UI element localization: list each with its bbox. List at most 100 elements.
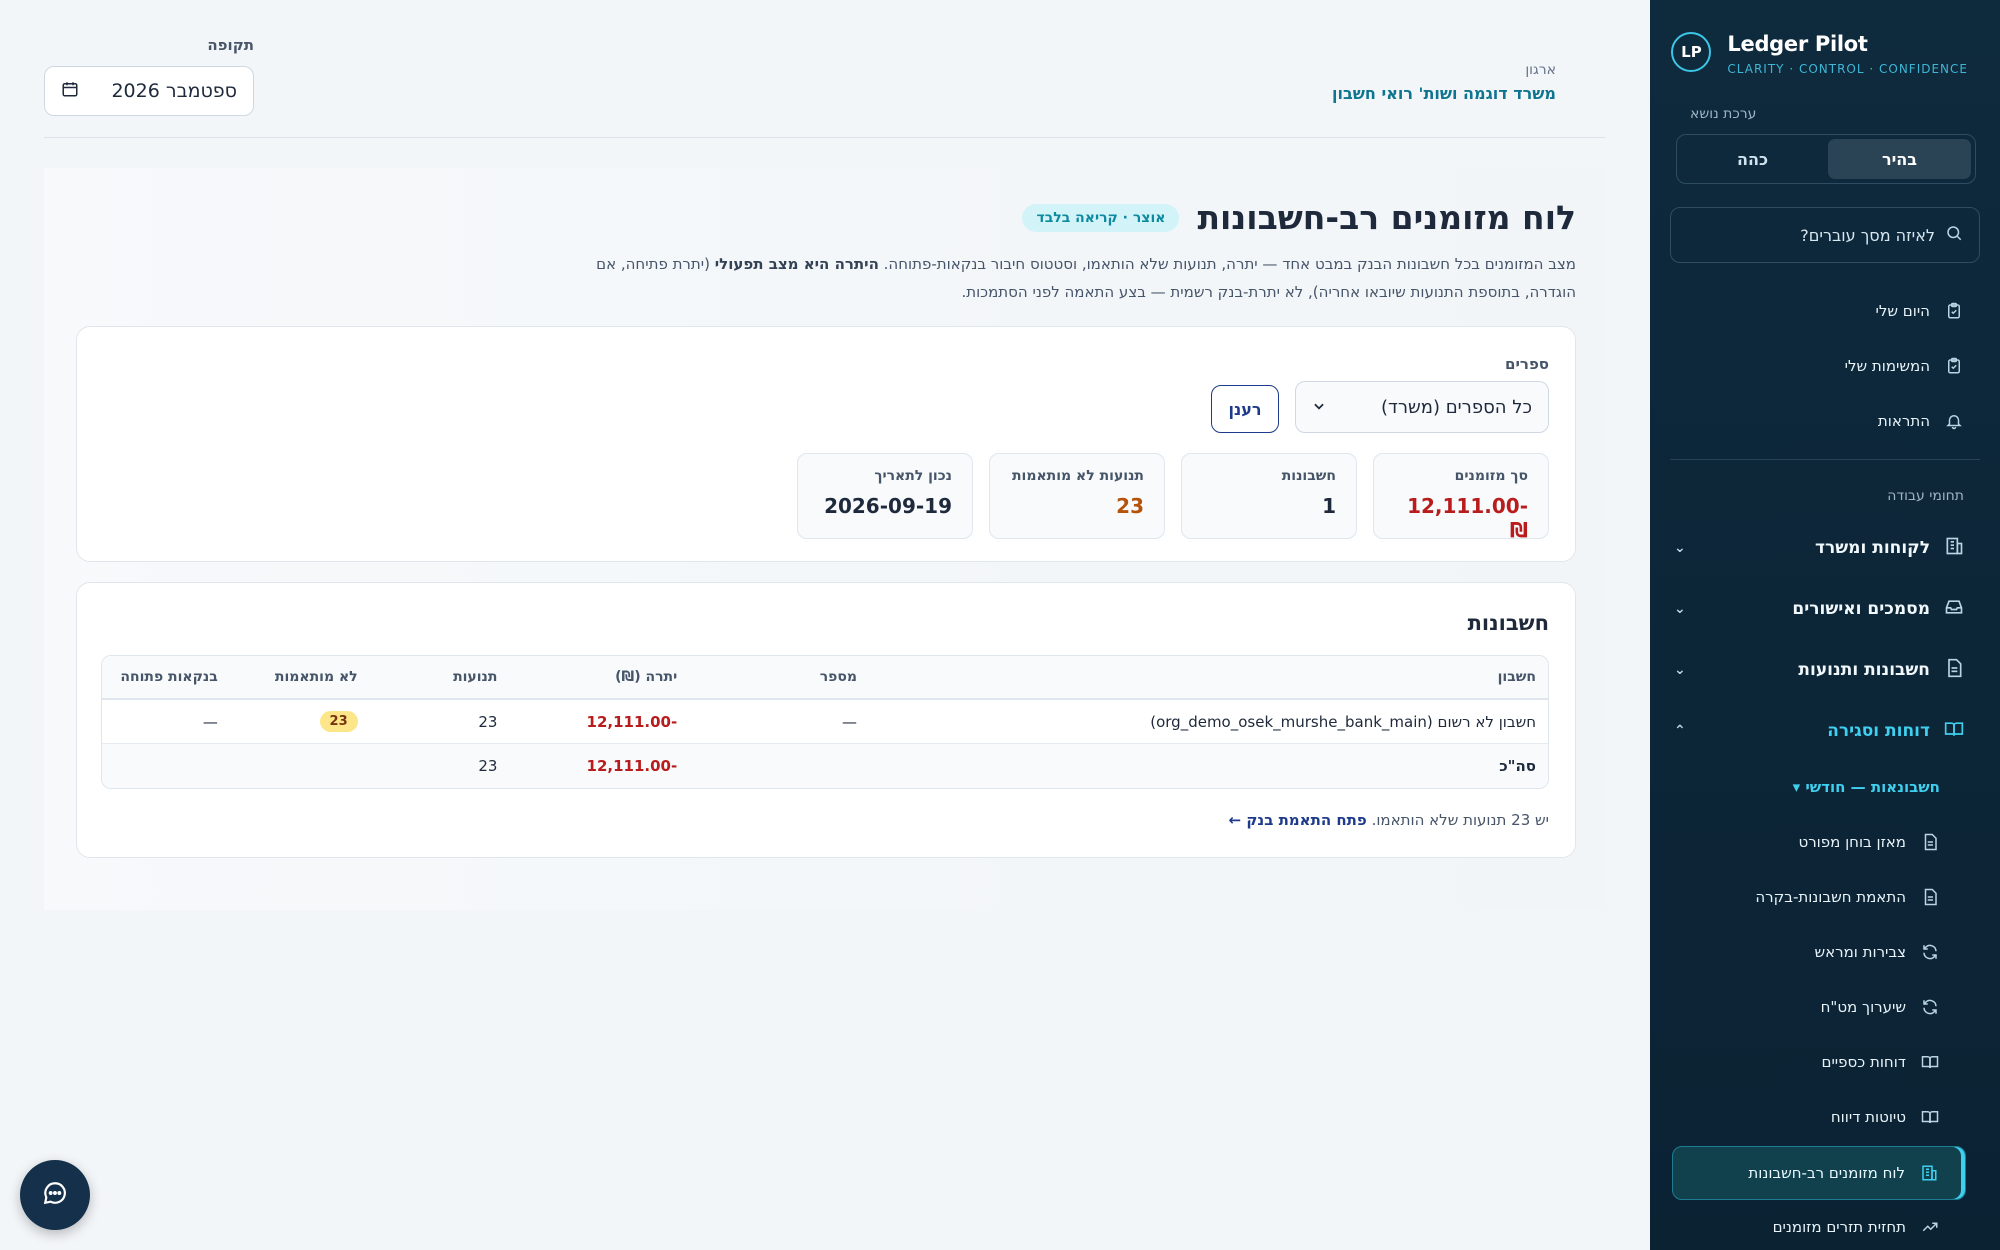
stat-value: 1	[1322, 494, 1336, 518]
stat-label: חשבונות	[1281, 468, 1336, 484]
brand-logo: LP	[1671, 32, 1712, 72]
books-label: ספרים	[1505, 355, 1549, 373]
sidebar: Ledger Pilot CLARITY · CONTROL · CONFIDE…	[1650, 0, 2000, 1250]
sidebar-search-placeholder: לאיזה מסך עוברים?	[1800, 225, 1935, 245]
building-icon	[1944, 536, 1964, 561]
cell-balance: -12,111.00	[586, 712, 678, 731]
stat-label: נכון לתאריך	[874, 468, 952, 484]
chevron-down-icon: ⌄	[1674, 540, 1686, 556]
org-selector[interactable]: ארגון משרד דוגמה ושות' רואי חשבון	[1332, 62, 1556, 103]
search-icon	[1945, 224, 1963, 246]
building-icon	[1919, 1163, 1939, 1183]
sidebar-item-label: שיערוך מט"ח	[1820, 998, 1906, 1016]
inbox-icon	[1944, 597, 1964, 622]
stat-value: 23	[1116, 494, 1144, 518]
column-header[interactable]: תנועות	[370, 669, 510, 685]
title-row: לוח מזומנים רב-חשבונות אוצר · קריאה בלבד	[1022, 198, 1576, 237]
refresh-icon	[1920, 942, 1940, 962]
brand[interactable]: Ledger Pilot CLARITY · CONTROL · CONFIDE…	[1671, 32, 1968, 76]
sidebar-group-clients[interactable]: לקוחות ומשרד ⌄	[1674, 530, 1964, 566]
table-header-row: חשבון מספר יתרה (₪) תנועות לא מותאמות בנ…	[102, 656, 1548, 700]
sidebar-group-reports[interactable]: דוחות וסגירה ⌃	[1674, 713, 1964, 749]
sidebar-group-label: לקוחות ומשרד	[1815, 538, 1930, 558]
bell-icon	[1944, 411, 1964, 431]
sidebar-subgroup-accounting-monthly[interactable]: חשבונאות — חודשי ▾	[1793, 778, 1940, 796]
clipboard-check-icon	[1944, 301, 1964, 321]
sidebar-item-alerts[interactable]: התראות	[1878, 405, 1964, 437]
sidebar-item-control-reconciliation[interactable]: התאמת חשבונות-בקרה	[1755, 881, 1940, 913]
sidebar-group-documents[interactable]: מסמכים ואישורים ⌄	[1674, 591, 1964, 627]
stat-value: -12,111.00 ₪	[1407, 494, 1528, 542]
cell-total-balance: -12,111.00	[586, 757, 678, 775]
sidebar-item-trial-balance[interactable]: מאזן בוחן מפורט	[1798, 826, 1940, 858]
document-icon	[1920, 887, 1940, 907]
sidebar-item-financial-statements[interactable]: דוחות כספיים	[1822, 1046, 1941, 1078]
sidebar-item-my-day[interactable]: היום שלי	[1876, 295, 1964, 327]
theme-dark-button[interactable]: כהה	[1681, 139, 1824, 179]
sidebar-group-label: חשבונות ותנועות	[1798, 660, 1930, 680]
brand-tagline: CLARITY · CONTROL · CONFIDENCE	[1727, 62, 1968, 76]
unmatched-badge: 23	[319, 711, 358, 732]
document-icon	[1944, 658, 1964, 683]
chevron-down-icon: ⌄	[1674, 601, 1686, 617]
column-header[interactable]: חשבון	[869, 669, 1548, 685]
sidebar-item-report-drafts[interactable]: טיוטות דיווח	[1831, 1101, 1940, 1133]
sidebar-item-label: מאזן בוחן מפורט	[1798, 833, 1906, 851]
theme-toggle: בהיר כהה	[1676, 134, 1976, 184]
cell-transactions: 23	[478, 712, 498, 731]
period-input[interactable]: ספטמבר 2026	[44, 66, 254, 116]
sidebar-group-label: דוחות וסגירה	[1827, 721, 1930, 741]
sidebar-item-my-tasks[interactable]: המשימות שלי	[1845, 350, 1964, 382]
refresh-button[interactable]: רענן	[1211, 385, 1279, 433]
table-total-row: סה"כ -12,111.00 23	[102, 744, 1548, 788]
cell-unmatched: 23	[230, 711, 370, 732]
chat-bubble-icon	[42, 1180, 68, 1210]
book-icon	[1920, 1052, 1940, 1072]
table-row[interactable]: חשבון לא רשום (org_demo_osek_murshe_bank…	[102, 700, 1548, 744]
column-header[interactable]: בנקאות פתוחה	[102, 669, 230, 685]
cell-number: —	[842, 712, 857, 731]
sidebar-group-label: מסמכים ואישורים	[1792, 599, 1930, 619]
period-picker: תקופה ספטמבר 2026	[44, 36, 254, 116]
chat-button[interactable]	[20, 1160, 90, 1230]
cell-account: חשבון לא רשום (org_demo_osek_murshe_bank…	[1150, 712, 1536, 731]
sidebar-item-label: תחזית תזרים מזומנים	[1772, 1218, 1906, 1236]
theme-light-button[interactable]: בהיר	[1828, 139, 1971, 179]
desc-part1: מצב המזומנים בכל חשבונות הבנק במבט אחד —…	[878, 255, 1576, 273]
sidebar-divider	[1670, 459, 1980, 460]
accounts-table: חשבון מספר יתרה (₪) תנועות לא מותאמות בנ…	[101, 655, 1549, 789]
open-bank-reconciliation-link[interactable]: פתח התאמת בנק ←	[1229, 811, 1367, 829]
sidebar-item-label: דוחות כספיים	[1821, 1053, 1907, 1071]
sidebar-item-label: התאמת חשבונות-בקרה	[1755, 888, 1906, 906]
theme-label: ערכת נושא	[1690, 106, 1757, 122]
sidebar-item-label: לוח מזומנים רב-חשבונות	[1748, 1164, 1905, 1182]
sidebar-group-accounts[interactable]: חשבונות ותנועות ⌄	[1674, 652, 1964, 688]
stat-label: תנועות לא מותאמות	[1011, 468, 1144, 484]
sidebar-item-multi-account-cash[interactable]: לוח מזומנים רב-חשבונות	[1672, 1146, 1966, 1200]
sidebar-group-heading: לקוחות ומשרד	[1815, 536, 1964, 561]
stat-total-cash: סך מזומנים -12,111.00 ₪	[1373, 453, 1549, 542]
stat-value: 2026-09-19	[824, 494, 952, 518]
calendar-icon	[61, 80, 79, 103]
sidebar-item-accruals[interactable]: צבירות ומראש	[1814, 936, 1940, 968]
chevron-up-icon: ⌃	[1674, 723, 1686, 739]
topbar: ארגון משרד דוגמה ושות' רואי חשבון תקופה …	[44, 0, 1606, 138]
filters-card: ספרים כל הספרים (משרד) רענן סך מזומנים -…	[76, 326, 1576, 562]
sidebar-item-cashflow-forecast[interactable]: תחזית תזרים מזומנים	[1773, 1211, 1940, 1243]
sidebar-search-input[interactable]: לאיזה מסך עוברים?	[1670, 207, 1980, 263]
sidebar-item-fx-revaluation[interactable]: שיערוך מט"ח	[1821, 991, 1940, 1023]
period-label: תקופה	[207, 36, 254, 54]
sidebar-item-label: היום שלי	[1875, 302, 1930, 320]
books-select[interactable]: כל הספרים (משרד)	[1295, 381, 1549, 433]
brand-text: Ledger Pilot CLARITY · CONTROL · CONFIDE…	[1727, 32, 1968, 76]
note-text: יש 23 תנועות שלא הותאמו.	[1371, 811, 1549, 829]
column-header[interactable]: יתרה (₪)	[509, 669, 689, 685]
accounts-card: חשבונות חשבון מספר יתרה (₪) תנועות לא מו…	[76, 582, 1576, 858]
column-header[interactable]: מספר	[689, 669, 869, 685]
chevron-down-icon: ⌄	[1674, 662, 1686, 678]
page-description: מצב המזומנים בכל חשבונות הבנק במבט אחד —…	[576, 250, 1576, 306]
sidebar-item-label: המשימות שלי	[1844, 357, 1930, 375]
column-header[interactable]: לא מותאמות	[230, 669, 370, 685]
book-icon	[1920, 1107, 1940, 1127]
trend-icon	[1920, 1217, 1940, 1237]
